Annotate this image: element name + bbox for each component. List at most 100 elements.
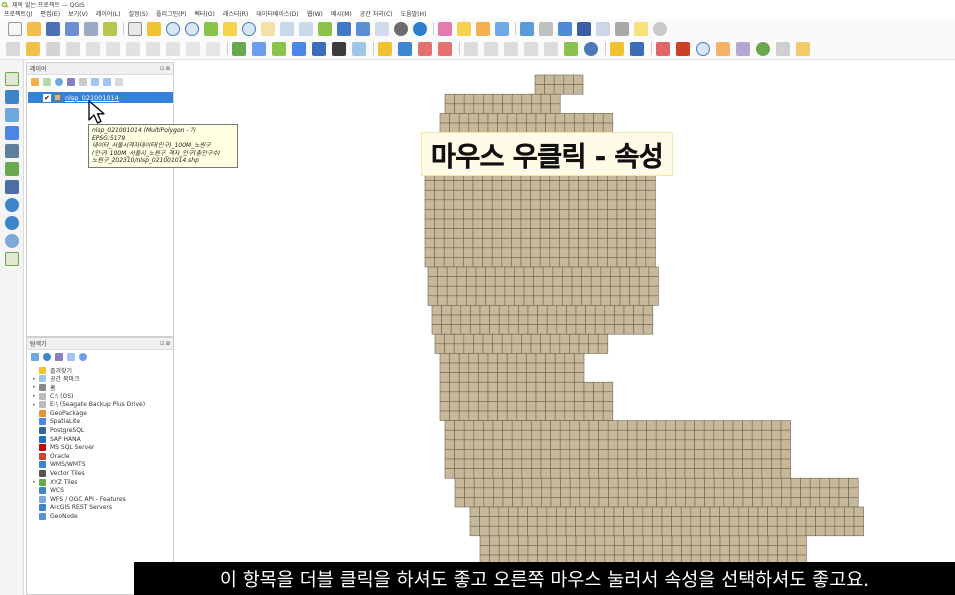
python-console-icon[interactable]: [610, 41, 624, 56]
browser-item[interactable]: ▸ XYZ Tiles: [27, 478, 173, 487]
browser-item[interactable]: WCS: [27, 486, 173, 495]
zoom-in-icon[interactable]: [166, 21, 180, 36]
show-bookmarks-icon[interactable]: [375, 21, 389, 36]
new-map-view-icon[interactable]: [318, 21, 332, 36]
filter-expression-icon[interactable]: [79, 78, 87, 86]
add-vector-layer-icon[interactable]: [232, 41, 246, 56]
menu-item[interactable]: 레이어(L): [92, 9, 125, 18]
expand-all-icon[interactable]: [91, 78, 99, 86]
add-raster-layer-icon[interactable]: [5, 90, 19, 104]
browser-item[interactable]: WMS/WMTS: [27, 461, 173, 470]
map-tips-icon[interactable]: [596, 21, 610, 36]
browser-item[interactable]: SpatiaLite: [27, 418, 173, 427]
move-label-icon[interactable]: [438, 41, 452, 56]
add-selected-layers-icon[interactable]: [31, 353, 39, 361]
panel-controls[interactable]: ⊡ ⊠: [160, 341, 170, 347]
menu-item[interactable]: 래스터(R): [219, 9, 252, 18]
add-wcs-icon[interactable]: [5, 216, 19, 230]
select-features-icon[interactable]: [457, 21, 471, 36]
browser-item[interactable]: ▸ 공간 북마크: [27, 375, 173, 383]
warning-icon[interactable]: [564, 41, 578, 56]
add-delimited-text-icon[interactable]: [272, 41, 286, 56]
gps-icon[interactable]: [584, 41, 598, 56]
open-styling-icon[interactable]: [31, 78, 39, 86]
tools-icon[interactable]: [796, 41, 810, 56]
browser-item[interactable]: ▸ E:\ (Seagate Backup Plus Drive): [27, 400, 173, 409]
menu-item[interactable]: 설정(S): [124, 9, 152, 18]
add-delimited-text-icon[interactable]: [5, 126, 19, 140]
label-toolbar-icon[interactable]: [378, 41, 392, 56]
browser-item[interactable]: ▸ C:\ (OS): [27, 392, 173, 401]
browser-item[interactable]: SAP HANA: [27, 435, 173, 444]
browser-item[interactable]: Vector Tiles: [27, 469, 173, 478]
copy-features-icon[interactable]: [146, 41, 160, 56]
field-calculator-icon[interactable]: [539, 21, 553, 36]
menu-item[interactable]: 편집(E): [37, 9, 65, 18]
browser-item[interactable]: Oracle: [27, 452, 173, 461]
bookmark-icon[interactable]: [356, 21, 370, 36]
refresh-icon[interactable]: [43, 353, 51, 361]
add-vector-layer-icon[interactable]: [5, 72, 19, 86]
browser-item[interactable]: GeoNode: [27, 512, 173, 521]
plugin-manager-icon[interactable]: [736, 41, 750, 56]
zoom-full-icon[interactable]: [204, 21, 218, 36]
undo-icon[interactable]: [186, 41, 200, 56]
annotation-icon[interactable]: [634, 21, 648, 36]
add-wms-icon[interactable]: [352, 41, 366, 56]
save-as-icon[interactable]: [65, 21, 79, 36]
collapse-all-icon[interactable]: [103, 78, 111, 86]
add-wms-icon[interactable]: [5, 198, 19, 212]
toggle-editing-icon[interactable]: [26, 41, 40, 56]
change-label-icon[interactable]: [504, 41, 518, 56]
redo-icon[interactable]: [206, 41, 220, 56]
layer-diagram-icon[interactable]: [544, 41, 558, 56]
results-viewer-icon[interactable]: [676, 41, 690, 56]
menu-item[interactable]: 보기(V): [64, 9, 92, 18]
menu-item[interactable]: 프로젝트(J): [0, 9, 37, 18]
processing-toolbox-icon[interactable]: [558, 21, 572, 36]
browser-item[interactable]: ▸ 홈: [27, 383, 173, 392]
identify-features-icon[interactable]: [438, 21, 452, 36]
zoom-native-icon[interactable]: [261, 21, 275, 36]
history-icon[interactable]: [656, 41, 670, 56]
web-icon[interactable]: [756, 41, 770, 56]
browser-item[interactable]: 즐겨찾기: [27, 366, 173, 375]
paste-features-icon[interactable]: [166, 41, 180, 56]
cut-features-icon[interactable]: [126, 41, 140, 56]
settings-icon[interactable]: [653, 21, 667, 36]
pan-to-selection-icon[interactable]: [147, 21, 161, 36]
menu-item[interactable]: 웹(W): [303, 9, 327, 18]
new-shapefile-icon[interactable]: [5, 252, 19, 266]
zoom-out-icon[interactable]: [185, 21, 199, 36]
add-raster-layer-icon[interactable]: [252, 41, 266, 56]
menu-item[interactable]: 플러그인(P): [152, 9, 190, 18]
panel-controls[interactable]: ⊡ ⊠: [160, 66, 170, 72]
layer-visibility-checkbox[interactable]: ✔: [43, 93, 51, 102]
temporal-controller-icon[interactable]: [394, 21, 408, 36]
menu-item[interactable]: 벡터(O): [190, 9, 218, 18]
browser-item[interactable]: GeoPackage: [27, 409, 173, 418]
add-feature-icon[interactable]: [66, 41, 80, 56]
measure-icon[interactable]: [615, 21, 629, 36]
add-virtual-layer-icon[interactable]: [5, 162, 19, 176]
add-spatialite-icon[interactable]: [5, 144, 19, 158]
save-project-icon[interactable]: [46, 21, 60, 36]
current-edits-icon[interactable]: [6, 41, 20, 56]
highlight-label-icon[interactable]: [524, 41, 538, 56]
add-postgis-icon[interactable]: [312, 41, 326, 56]
select-by-value-icon[interactable]: [495, 21, 509, 36]
quick-search-icon[interactable]: [716, 41, 730, 56]
zoom-next-icon[interactable]: [299, 21, 313, 36]
deselect-icon[interactable]: [476, 21, 490, 36]
pan-map-icon[interactable]: [128, 21, 142, 36]
browser-item[interactable]: MS SQL Server: [27, 443, 173, 452]
collapse-all-icon[interactable]: [67, 353, 75, 361]
menu-item[interactable]: 메시(M): [327, 9, 356, 18]
show-labels-icon[interactable]: [418, 41, 432, 56]
refresh-icon[interactable]: [413, 21, 427, 36]
print-layout-icon[interactable]: [84, 21, 98, 36]
zoom-layer-icon[interactable]: [242, 21, 256, 36]
search-plugin-icon[interactable]: [696, 41, 710, 56]
save-edits-icon[interactable]: [46, 41, 60, 56]
rotate-label-icon[interactable]: [484, 41, 498, 56]
